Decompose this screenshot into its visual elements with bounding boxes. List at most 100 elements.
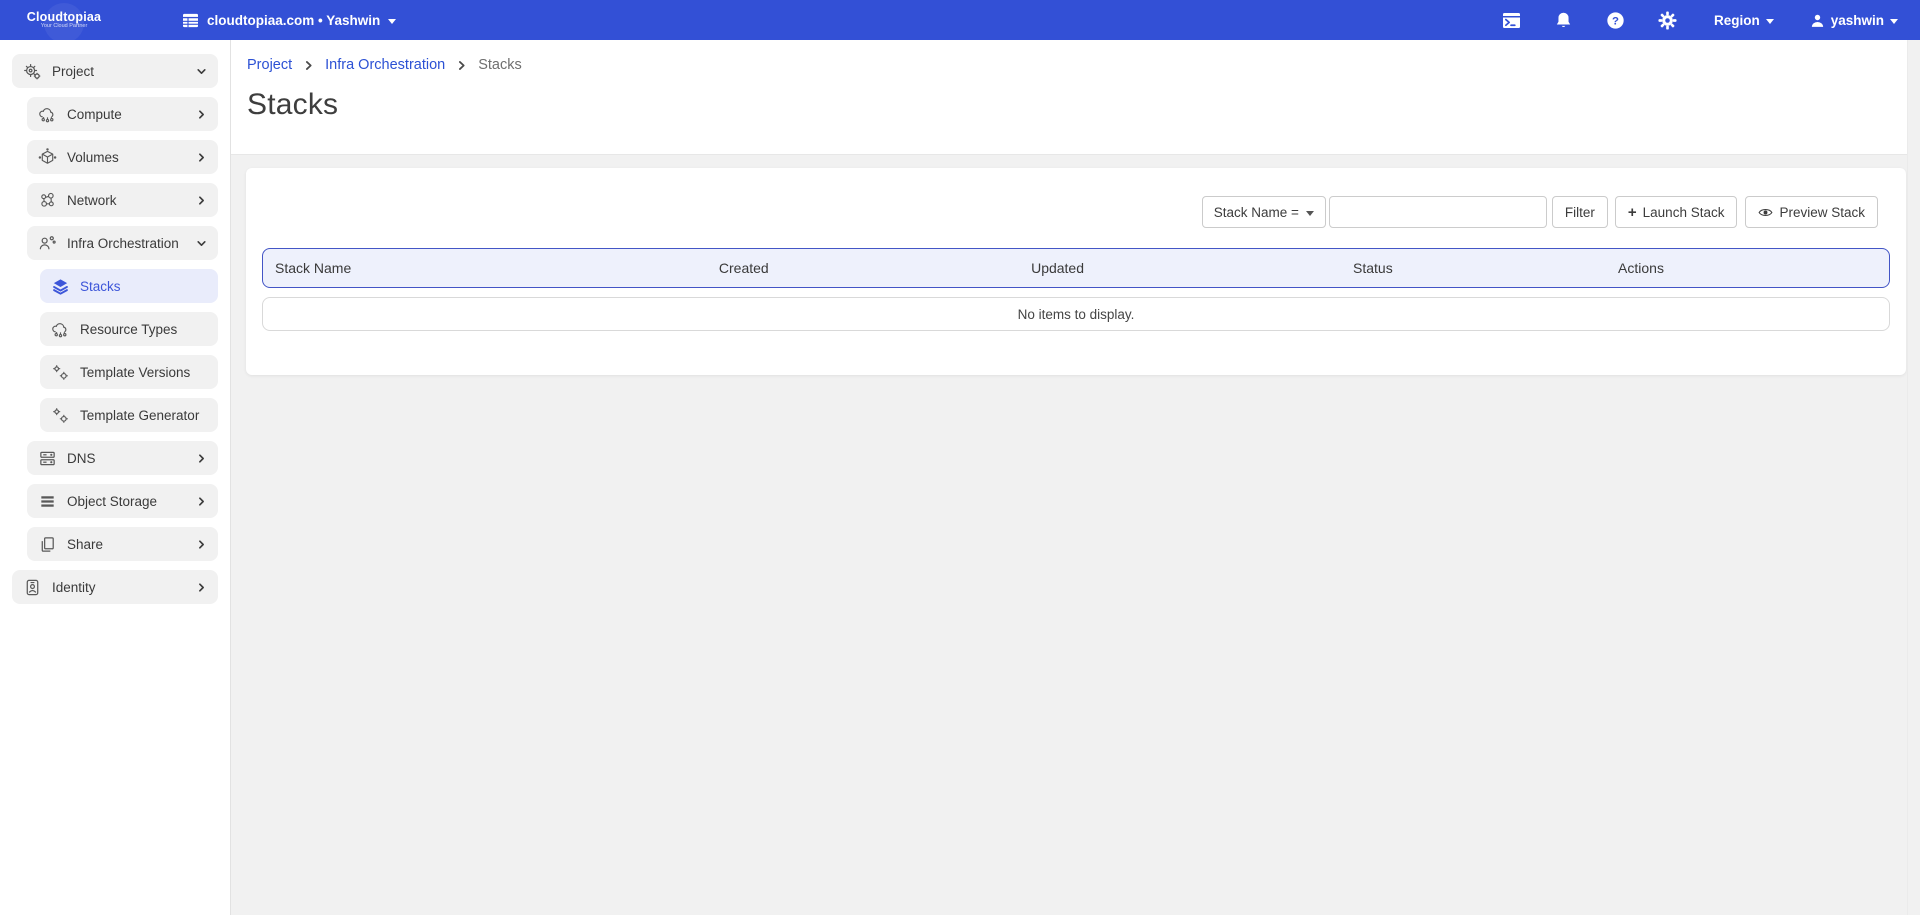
chevron-down-icon — [196, 238, 207, 249]
network-nodes-icon — [38, 191, 57, 210]
empty-table-row: No items to display. — [262, 297, 1890, 331]
filter-search-input[interactable] — [1329, 196, 1547, 228]
gears-icon — [51, 363, 70, 382]
preview-stack-label: Preview Stack — [1779, 205, 1865, 220]
column-header-stack-name[interactable]: Stack Name — [263, 260, 707, 276]
sidebar-item-label: Object Storage — [67, 494, 157, 509]
sidebar-item-label: Template Versions — [80, 365, 190, 380]
filter-field-label: Stack Name = — [1214, 205, 1299, 220]
sidebar-item-identity[interactable]: Identity — [12, 570, 218, 604]
project-switcher[interactable]: cloudtopiaa.com • Yashwin — [182, 0, 396, 40]
chevron-right-icon — [196, 152, 207, 163]
launch-stack-label: Launch Stack — [1643, 205, 1725, 220]
bars-icon — [38, 492, 57, 511]
plus-icon: + — [1628, 205, 1637, 220]
project-table-icon — [182, 13, 199, 28]
sidebar-item-template-generator[interactable]: Template Generator — [40, 398, 218, 432]
sidebar-item-object-storage[interactable]: Object Storage — [27, 484, 218, 518]
sidebar-item-label: Infra Orchestration — [67, 236, 179, 251]
breadcrumb-infra-orchestration-link[interactable]: Infra Orchestration — [325, 57, 445, 73]
chevron-down-icon — [196, 66, 207, 77]
sidebar-item-label: DNS — [67, 451, 96, 466]
empty-message: No items to display. — [1018, 307, 1135, 322]
column-header-updated[interactable]: Updated — [1019, 260, 1341, 276]
help-icon[interactable]: ? — [1606, 10, 1626, 30]
svg-text:?: ? — [1612, 15, 1619, 27]
stacks-table-header: Stack Name Created Updated Status Action… — [262, 248, 1890, 288]
gears-icon — [51, 406, 70, 425]
sidebar-item-template-versions[interactable]: Template Versions — [40, 355, 218, 389]
main-content: Project Infra Orchestration Stacks Stack… — [231, 40, 1907, 915]
stacks-toolbar: Stack Name = Filter + Launch Stack Previ… — [246, 168, 1906, 228]
chevron-right-icon — [456, 60, 467, 71]
sidebar-item-label: Volumes — [67, 150, 119, 165]
copy-documents-icon — [38, 535, 57, 554]
filter-field-dropdown[interactable]: Stack Name = — [1202, 196, 1326, 228]
sidebar-item-label: Project — [52, 64, 94, 79]
navbar-right-cluster: ? Region yashwin — [1470, 10, 1898, 30]
sidebar-item-dns[interactable]: DNS — [27, 441, 218, 475]
sidebar-item-label: Template Generator — [80, 408, 199, 423]
sidebar-item-volumes[interactable]: Volumes — [27, 140, 218, 174]
sidebar-item-infra-orchestration[interactable]: Infra Orchestration — [27, 226, 218, 260]
sidebar-item-label: Resource Types — [80, 322, 177, 337]
chevron-right-icon — [196, 195, 207, 206]
brand-tagline: Your Cloud Partner — [16, 24, 112, 30]
breadcrumb-current: Stacks — [478, 57, 522, 73]
project-gear-icon — [23, 62, 42, 81]
chevron-right-icon — [196, 109, 207, 120]
eye-icon — [1758, 205, 1773, 220]
top-navbar: Cloudtopiaa Your Cloud Partner cloudtopi… — [0, 0, 1920, 40]
column-header-created[interactable]: Created — [707, 260, 1019, 276]
page-title: Stacks — [247, 88, 1907, 122]
column-header-status[interactable]: Status — [1341, 260, 1606, 276]
terminal-icon[interactable] — [1502, 10, 1522, 30]
region-label: Region — [1714, 13, 1760, 28]
compute-cloud-icon — [38, 105, 57, 124]
sidebar-item-label: Compute — [67, 107, 122, 122]
sidebar-item-network[interactable]: Network — [27, 183, 218, 217]
sidebar-item-project[interactable]: Project — [12, 54, 218, 88]
stacks-card: Stack Name = Filter + Launch Stack Previ… — [246, 168, 1906, 375]
scrollbar[interactable] — [1907, 40, 1920, 915]
brand-logo[interactable]: Cloudtopiaa Your Cloud Partner — [16, 11, 112, 30]
preview-stack-button[interactable]: Preview Stack — [1745, 196, 1878, 228]
sidebar-item-label: Network — [67, 193, 117, 208]
sidebar-item-resource-types[interactable]: Resource Types — [40, 312, 218, 346]
chevron-right-icon — [303, 60, 314, 71]
chevron-right-icon — [196, 453, 207, 464]
user-icon — [1810, 13, 1825, 28]
breadcrumb-project-link[interactable]: Project — [247, 57, 292, 73]
page-header: Project Infra Orchestration Stacks Stack… — [231, 40, 1907, 155]
chevron-right-icon — [196, 539, 207, 550]
chevron-down-icon — [388, 19, 396, 24]
server-icon — [38, 449, 57, 468]
sidebar-item-share[interactable]: Share — [27, 527, 218, 561]
username-label: yashwin — [1831, 13, 1884, 28]
brand-name: Cloudtopiaa — [16, 11, 112, 24]
sidebar-item-label: Stacks — [80, 279, 121, 294]
sidebar-item-compute[interactable]: Compute — [27, 97, 218, 131]
chevron-right-icon — [196, 582, 207, 593]
notifications-bell-icon[interactable] — [1554, 10, 1574, 30]
chevron-down-icon — [1890, 19, 1898, 24]
filter-button-label: Filter — [1565, 205, 1595, 220]
user-menu[interactable]: yashwin — [1810, 13, 1898, 28]
chevron-right-icon — [196, 496, 207, 507]
breadcrumb: Project Infra Orchestration Stacks — [247, 57, 1907, 73]
column-header-actions: Actions — [1606, 260, 1889, 276]
chevron-down-icon — [1766, 19, 1774, 24]
settings-gear-icon[interactable] — [1658, 10, 1678, 30]
sidebar-item-stacks[interactable]: Stacks — [40, 269, 218, 303]
sidebar-nav: Project Compute Volumes Network — [0, 40, 231, 915]
chevron-down-icon — [1306, 211, 1314, 216]
user-gear-icon — [38, 234, 57, 253]
launch-stack-button[interactable]: + Launch Stack — [1615, 196, 1738, 228]
filter-button[interactable]: Filter — [1552, 196, 1608, 228]
sidebar-item-label: Identity — [52, 580, 96, 595]
sidebar-item-label: Share — [67, 537, 103, 552]
resource-cloud-icon — [51, 320, 70, 339]
region-dropdown[interactable]: Region — [1714, 13, 1774, 28]
stacks-layers-icon — [51, 277, 70, 296]
project-switcher-label: cloudtopiaa.com • Yashwin — [207, 13, 380, 28]
